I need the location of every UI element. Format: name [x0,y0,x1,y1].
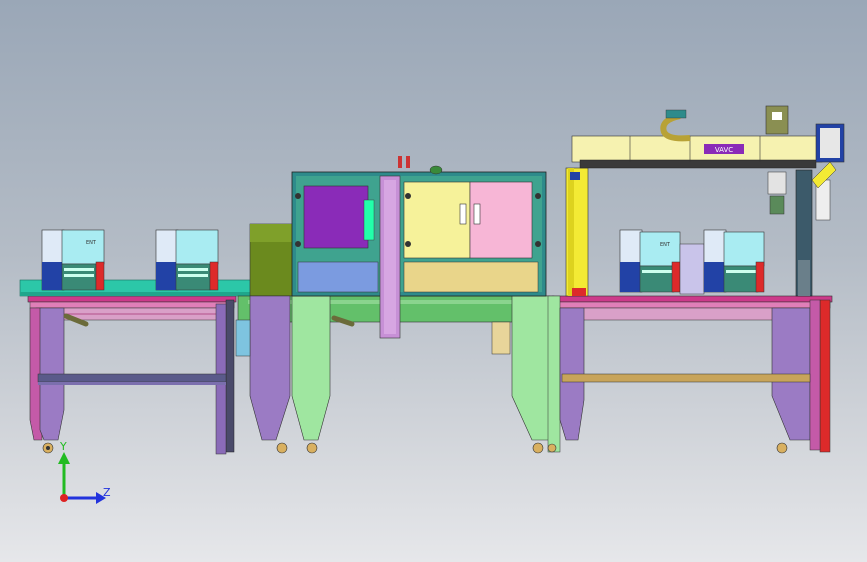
left-printer-1[interactable]: ENT [41,229,105,291]
axis-z-label: Z [103,486,111,499]
center-machine[interactable] [235,156,555,454]
right-printer-spacer [679,243,705,295]
brand-badge-text: VAVC [715,146,733,154]
axis-y-label: Y [60,440,67,453]
left-table[interactable] [19,279,257,455]
assembly-model[interactable]: ENT ENT VAVC [0,0,867,562]
orientation-triad [58,452,106,504]
x-axis-dot-icon [60,494,68,502]
right-printer-2[interactable] [703,229,765,293]
cad-viewport[interactable]: ENT ENT VAVC Y Z [0,0,867,562]
y-axis-arrow-icon [58,452,70,464]
left-printer-2[interactable] [155,229,219,291]
printer-label: ENT [86,240,97,246]
right-printer-1[interactable]: ENT [619,229,681,293]
right-table[interactable] [547,295,833,454]
printer-label: ENT [660,242,671,248]
